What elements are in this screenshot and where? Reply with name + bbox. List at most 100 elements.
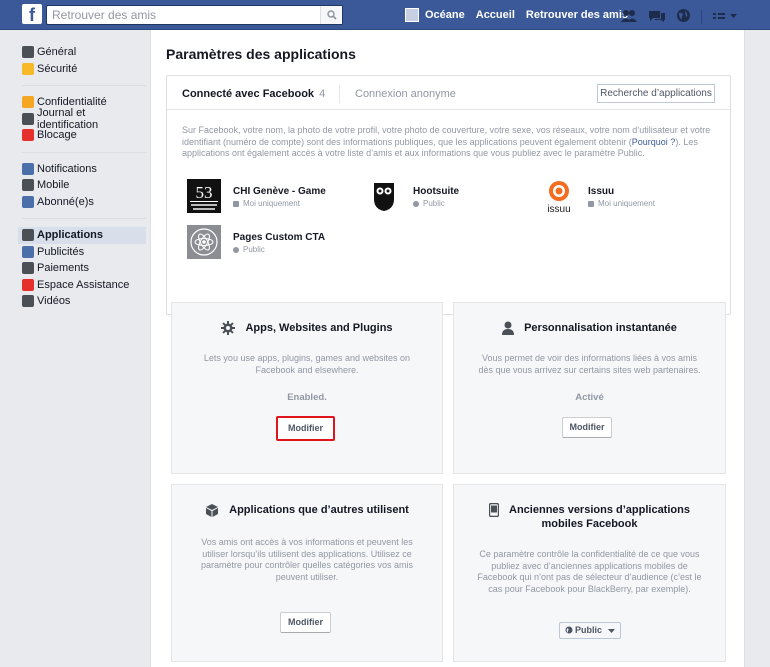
profile-link[interactable]: Océane: [425, 9, 465, 21]
card-status: Activé: [575, 392, 604, 403]
lock-icon: [588, 201, 594, 207]
timeline-icon: [22, 112, 34, 125]
globe-icon: [413, 201, 419, 207]
friend-requests-icon[interactable]: [620, 9, 638, 26]
card-apps-others-use: Applications que d’autres utilisent Vos …: [171, 484, 443, 662]
app-item[interactable]: issuu Issuu Moi uniquement: [542, 179, 722, 215]
app-thumbnail: [367, 179, 401, 213]
card-title-text: Apps, Websites and Plugins: [245, 322, 393, 334]
issuu-wordmark: issuu: [547, 204, 570, 213]
search-icon: [327, 10, 337, 20]
search-input[interactable]: [47, 6, 317, 24]
person-icon: [502, 321, 515, 335]
badge-icon: [22, 62, 34, 75]
sidebar-item-label: Abonné(e)s: [37, 195, 94, 208]
sidebar-item-payments[interactable]: Paiements: [22, 260, 146, 277]
audience-dropdown[interactable]: Public: [559, 622, 621, 639]
sidebar-item-label: Vidéos: [37, 295, 71, 308]
card-title-text: Anciennes versions d’applications: [509, 504, 690, 517]
atom-icon: [187, 225, 221, 259]
app-name[interactable]: Pages Custom CTA: [233, 232, 325, 243]
top-nav-icons: [620, 8, 738, 26]
card-description: Vos amis ont accès à vos informations et…: [200, 537, 414, 582]
facebook-logo[interactable]: f: [22, 4, 42, 24]
mobile-icon: [22, 179, 34, 192]
settings-menu-icon[interactable]: [712, 10, 738, 25]
globe-icon: [233, 247, 239, 253]
notifications-globe-icon[interactable]: [676, 8, 691, 26]
tab-anonymous[interactable]: Connexion anonyme: [355, 88, 456, 100]
card-title-text-line2: mobiles Facebook: [541, 518, 638, 531]
modify-button[interactable]: Modifier: [280, 612, 331, 633]
settings-sidebar: Général Sécurité Confidentialité Journal et…: [18, 44, 146, 310]
tab-connected-count: 4: [319, 88, 326, 100]
sidebar-item-rss[interactable]: Abonné(e)s: [22, 194, 146, 211]
avatar[interactable]: [405, 8, 419, 22]
card-apps-plugins: Apps, Websites and Plugins Lets you use …: [171, 302, 443, 474]
modify-button[interactable]: Modifier: [562, 417, 612, 438]
sidebar-item-globe[interactable]: Notifications: [22, 161, 146, 178]
lifebuoy-icon: [22, 278, 34, 291]
sidebar-item-label: Mobile: [37, 179, 70, 192]
top-nav: Océane Accueil Retrouver des amis: [405, 7, 639, 23]
messages-icon[interactable]: [648, 9, 666, 26]
card-instant-personalization: Personnalisation instantanée Vous permet…: [453, 302, 726, 474]
gears-icon: [22, 46, 34, 59]
find-friends-link[interactable]: Retrouver des amis: [526, 9, 628, 21]
search-box: [46, 5, 343, 25]
main-panel: Paramètres des applications Connecté ave…: [150, 30, 745, 667]
tab-divider: [339, 85, 340, 103]
sidebar-item-mobile[interactable]: Mobile: [22, 177, 146, 194]
sidebar-separator: [22, 85, 146, 86]
sidebar-item-timeline[interactable]: Journal et identification: [22, 107, 146, 131]
home-link[interactable]: Accueil: [476, 9, 515, 21]
tab-connected[interactable]: Connecté avec Facebook 4: [182, 88, 325, 100]
sidebar-separator: [22, 218, 146, 219]
card-status: Enabled.: [287, 392, 327, 403]
app-thumbnail: issuu: [542, 179, 576, 215]
apps-icon: [22, 229, 34, 242]
issuu-logo-icon: issuu: [547, 181, 571, 215]
app-privacy-label: Public: [243, 245, 265, 254]
search-button[interactable]: [320, 6, 342, 24]
app-thumbnail: [187, 225, 221, 259]
sidebar-item-label: Espace Assistance: [37, 278, 130, 291]
sidebar-item-gears[interactable]: Général: [22, 44, 146, 61]
tab-connected-label: Connecté avec Facebook: [182, 88, 315, 100]
app-privacy-label: Moi uniquement: [598, 199, 655, 208]
app-name[interactable]: Hootsuite: [413, 186, 459, 197]
sidebar-item-badge[interactable]: Sécurité: [22, 61, 146, 78]
modify-button[interactable]: Modifier: [276, 416, 335, 441]
card-title-text: Personnalisation instantanée: [524, 322, 677, 334]
card-title: Anciennes versions d’applications mobile…: [454, 503, 725, 531]
sidebar-item-video[interactable]: Vidéos: [22, 293, 146, 310]
app-privacy: Moi uniquement: [233, 199, 300, 208]
app-privacy-label: Moi uniquement: [243, 199, 300, 208]
app-item[interactable]: 53 CHI Genève - Game Moi uniquement: [187, 179, 377, 213]
why-link[interactable]: Pourquoi ?: [632, 137, 676, 147]
app-item[interactable]: Hootsuite Public: [367, 179, 517, 213]
card-title: Apps, Websites and Plugins: [172, 321, 442, 335]
apps-tabs: Connecté avec Facebook 4 Connexion anonym…: [167, 76, 730, 110]
video-icon: [22, 295, 34, 308]
lock-icon: [233, 201, 239, 207]
sidebar-item-lifebuoy[interactable]: Espace Assistance: [22, 277, 146, 294]
sidebar-item-apps[interactable]: Applications: [18, 227, 146, 244]
sidebar-item-block[interactable]: Blocage: [22, 127, 146, 144]
mobile-phone-icon: [489, 503, 500, 518]
app-name[interactable]: Issuu: [588, 186, 614, 197]
page-title: Paramètres des applications: [166, 46, 356, 62]
sidebar-item-ads[interactable]: Publicités: [22, 244, 146, 261]
svg-text:53: 53: [196, 183, 213, 202]
app-search-button[interactable]: Recherche d’applications: [597, 84, 715, 103]
sidebar-item-label: Général: [37, 46, 77, 59]
rss-icon: [22, 195, 34, 208]
sidebar-item-label: Paiements: [37, 262, 89, 275]
sidebar-item-label: Sécurité: [37, 62, 78, 75]
block-icon: [22, 129, 34, 142]
sidebar-separator: [22, 151, 146, 153]
app-item[interactable]: Pages Custom CTA Public: [187, 225, 377, 259]
ads-icon: [22, 245, 34, 258]
app-name[interactable]: CHI Genève - Game: [233, 186, 326, 197]
globe-icon: [22, 162, 34, 175]
